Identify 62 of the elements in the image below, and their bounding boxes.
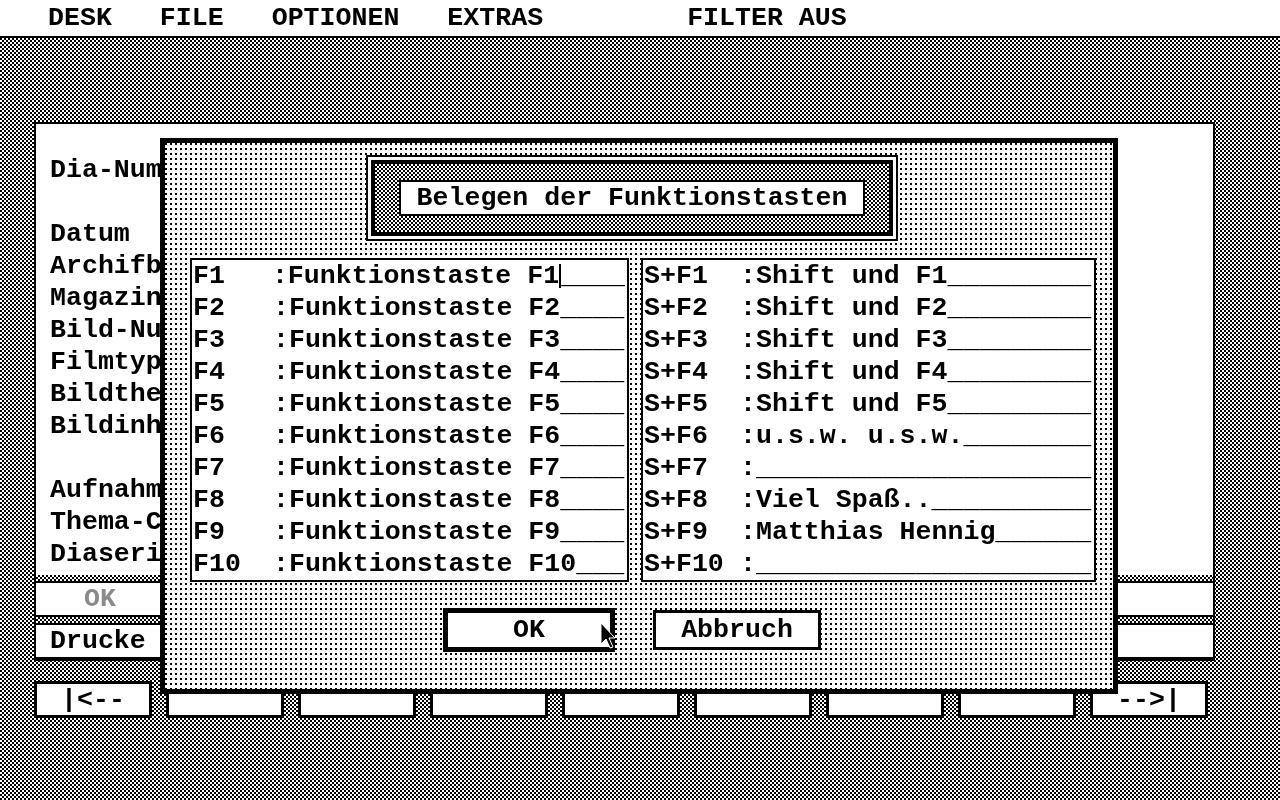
key-label: S+F9 — [644, 516, 709, 548]
field-label: Archifb — [50, 250, 162, 282]
field-label: Bild-Nu — [50, 314, 162, 346]
menu-item[interactable]: EXTRAS — [447, 0, 544, 36]
menu-item[interactable]: DESK — [48, 0, 112, 36]
field-label: Filmtyp — [50, 346, 162, 378]
key-input-field[interactable]: :Shift und F3_________ — [740, 324, 1092, 356]
key-input-field[interactable]: :Funktionstaste F7____ — [273, 452, 625, 484]
key-input-field[interactable]: :u.s.w. u.s.w.________ — [740, 420, 1092, 452]
menu-item[interactable]: OPTIONEN — [271, 0, 400, 36]
key-input-field[interactable]: :Funktionstaste F6____ — [273, 420, 625, 452]
key-input-field[interactable]: :Shift und F2_________ — [740, 292, 1092, 324]
field-label: Bildinh — [50, 410, 162, 442]
field-label: Dia-Num — [50, 154, 162, 186]
key-input-field[interactable]: :_____________________ — [740, 452, 1092, 484]
key-input-field[interactable]: :Shift und F5_________ — [740, 388, 1092, 420]
key-label: S+F6 — [644, 420, 709, 452]
key-label: S+F1 — [644, 260, 709, 292]
key-label: S+F5 — [644, 388, 709, 420]
key-input-field[interactable]: :Funktionstaste F5____ — [273, 388, 625, 420]
key-input-field[interactable]: :Funktionstaste F3____ — [273, 324, 625, 356]
key-input-field[interactable]: :Funktionstaste F9____ — [273, 516, 625, 548]
key-label: S+F8 — [644, 484, 709, 516]
key-input-field[interactable]: :Shift und F4_________ — [740, 356, 1092, 388]
key-input-field[interactable]: :Funktionstaste F1____ — [271, 260, 625, 292]
key-input-field[interactable]: :Matthias Hennig______ — [740, 516, 1092, 548]
field-label: Magazin — [50, 282, 162, 314]
key-label: F10 — [193, 548, 242, 580]
nav-button[interactable]: |<-- — [34, 681, 152, 718]
mouse-pointer-icon — [600, 622, 616, 650]
dialog-button[interactable]: Abbruch — [653, 610, 821, 650]
key-input-field[interactable]: :Shift und F1_________ — [740, 260, 1092, 292]
field-label: Diaseri — [50, 538, 162, 570]
key-label: S+F4 — [644, 356, 709, 388]
dialog-button[interactable]: OK — [443, 608, 615, 652]
key-label: S+F2 — [644, 292, 709, 324]
field-label: Aufnahm — [50, 474, 162, 506]
key-label: S+F10 — [644, 548, 725, 580]
key-input-field[interactable]: :Viel Spaß..__________ — [740, 484, 1092, 516]
key-label: F2 — [193, 292, 226, 324]
field-label: Datum — [50, 218, 130, 250]
key-label: F1 — [193, 260, 226, 292]
key-label: F6 — [193, 420, 226, 452]
menu-item[interactable]: FILE — [159, 0, 224, 36]
filter-status: FILTER AUS — [687, 2, 847, 35]
key-input-field[interactable]: :Funktionstaste F10___ — [273, 548, 625, 580]
key-label: F8 — [193, 484, 226, 516]
key-input-field[interactable]: :Funktionstaste F8____ — [273, 484, 625, 516]
dialog-title: Belegen der Funktionstasten — [398, 180, 866, 216]
nav-button[interactable]: -->| — [1090, 681, 1208, 718]
key-label: S+F3 — [644, 324, 709, 356]
key-label: S+F7 — [644, 452, 709, 484]
key-label: F7 — [193, 452, 226, 484]
field-label: Bildthe — [50, 378, 162, 410]
key-input-field[interactable]: :_____________________ — [740, 548, 1092, 580]
key-label: F4 — [193, 356, 226, 388]
key-input-field[interactable]: :Funktionstaste F4____ — [273, 356, 625, 388]
key-label: F9 — [193, 516, 226, 548]
key-input-field[interactable]: :Funktionstaste F2____ — [273, 292, 625, 324]
key-label: F5 — [193, 388, 226, 420]
key-label: F3 — [193, 324, 226, 356]
field-label: Thema-C — [50, 506, 162, 538]
